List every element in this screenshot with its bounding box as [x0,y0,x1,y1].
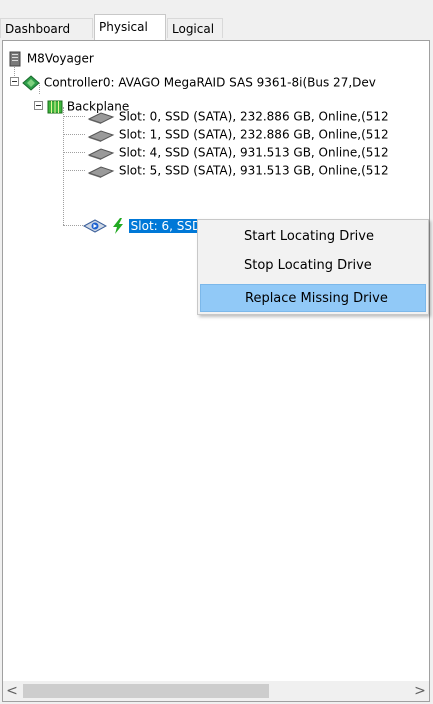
controller-diamond-icon [22,74,40,91]
view-tabs: Dashboard Physical Logical [0,0,433,40]
tree-line [63,107,64,225]
menu-item-replace-missing-drive[interactable]: Replace Missing Drive [200,284,426,312]
drive-icon [87,129,115,142]
scroll-right-button[interactable]: > [411,681,429,701]
tree-node-label: M8Voyager [26,51,94,66]
tree-node-label: Slot: 0, SSD (SATA), 232.886 GB, Online,… [118,109,389,124]
context-menu: Start Locating Drive Stop Locating Drive… [197,219,429,315]
tree-line [63,170,85,171]
tree-line [63,225,83,226]
drive-icon [87,165,115,178]
menu-item-start-locating-drive[interactable]: Start Locating Drive [200,223,426,251]
tree-line [63,116,85,117]
scroll-left-button[interactable]: < [3,681,21,701]
tree-node-slot[interactable]: Slot: 5, SSD (SATA), 931.513 GB, Online,… [87,161,389,179]
menu-item-stop-locating-drive[interactable]: Stop Locating Drive [200,252,426,280]
collapse-toggle[interactable] [34,101,43,110]
tree-node-label: Slot: 4, SSD (SATA), 931.513 GB, Online,… [118,145,389,160]
tree-line [63,152,85,153]
device-tree: M8Voyager Controller0: AVAGO MegaRAID SA… [3,41,429,681]
drive-icon [87,147,115,160]
drive-icon [87,111,115,124]
missing-drive-icon [83,218,107,233]
tree-node-controller[interactable]: Controller0: AVAGO MegaRAID SAS 9361-8i(… [22,73,376,91]
tree-node-label: Slot: 5, SSD (SATA), 931.513 GB, Online,… [118,163,389,178]
tree-node-slot[interactable]: Slot: 4, SSD (SATA), 931.513 GB, Online,… [87,143,389,161]
scroll-thumb[interactable] [23,684,269,698]
tree-node-slot[interactable]: Slot: 1, SSD (SATA), 232.886 GB, Online,… [87,125,389,143]
physical-tree-panel: M8Voyager Controller0: AVAGO MegaRAID SA… [2,40,430,702]
lightning-icon [112,217,123,234]
tree-node-label: Slot: 1, SSD (SATA), 232.886 GB, Online,… [118,127,389,142]
tab-dashboard[interactable]: Dashboard [0,18,93,38]
tab-physical[interactable]: Physical [94,14,166,40]
tree-node-root[interactable]: M8Voyager [7,49,94,67]
collapse-toggle[interactable] [10,77,19,86]
tree-node-slot[interactable]: Slot: 0, SSD (SATA), 232.886 GB, Online,… [87,107,389,125]
tree-node-label: Controller0: AVAGO MegaRAID SAS 9361-8i(… [43,75,376,90]
tree-line [63,134,85,135]
backplane-icon [47,100,63,113]
horizontal-scrollbar[interactable]: < > [3,681,429,701]
server-icon [9,51,21,66]
tab-logical[interactable]: Logical [167,18,223,38]
